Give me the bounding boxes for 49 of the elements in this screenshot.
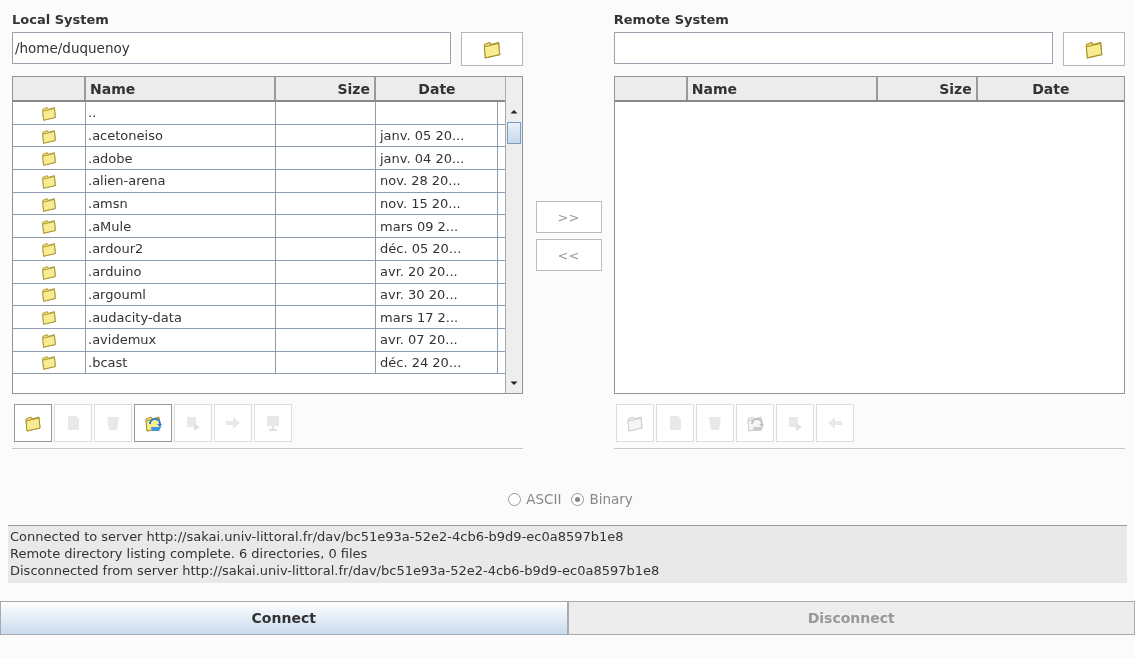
file-date: nov. 28 20... (376, 170, 498, 192)
file-date: nov. 15 20... (376, 192, 498, 215)
file-name[interactable]: .bcast (86, 351, 276, 374)
folder-sync-icon (744, 413, 765, 433)
radio-button[interactable] (571, 492, 585, 506)
file-date: mars 17 2... (376, 306, 498, 328)
file-name[interactable]: .ardour2 (86, 238, 276, 260)
file-name[interactable]: .argouml (86, 283, 276, 306)
toolbar-button[interactable] (14, 404, 52, 442)
radio-button[interactable] (508, 492, 522, 506)
browse-button[interactable] (461, 32, 524, 66)
action-button[interactable]: Connect (0, 602, 568, 635)
file-name[interactable]: .aMule (86, 215, 276, 238)
file-name[interactable]: .alien-arena (86, 170, 276, 192)
folder-icon (40, 285, 58, 304)
panel-title: Remote System (613, 11, 730, 29)
scrollbar[interactable] (505, 77, 523, 393)
path-field[interactable] (613, 32, 1053, 64)
file-date: déc. 24 20... (376, 351, 498, 374)
file-date: janv. 05 20... (376, 124, 498, 147)
file-date: avr. 30 20... (376, 283, 498, 306)
file-name[interactable]: .. (86, 102, 276, 124)
scroll-thumb[interactable] (507, 122, 522, 144)
folder-icon (624, 413, 645, 433)
file-date: avr. 20 20... (376, 260, 498, 283)
file-name[interactable]: .avidemux (86, 328, 276, 351)
file-name[interactable]: .amsn (86, 192, 276, 215)
folder-icon (40, 217, 58, 236)
log-line: Disconnected from server http://sakai.univ-littoral.fr/dav/bc51e93a-52e2-4cb6-b9d9-ec0a8597b1e8 (10, 562, 661, 579)
panel-title: Local System (12, 11, 110, 29)
file-date: mars 09 2... (376, 215, 498, 238)
file-date: janv. 04 20... (376, 147, 498, 170)
folder-icon (40, 149, 58, 168)
file-name[interactable]: .adobe (86, 147, 276, 170)
file-date: avr. 07 20... (376, 328, 498, 351)
log-line: Remote directory listing complete. 6 directories, 0 files (10, 545, 369, 562)
file-name[interactable]: .audacity-data (86, 306, 276, 328)
browse-button[interactable] (1063, 32, 1125, 66)
file-date: déc. 05 20... (376, 238, 498, 260)
path-field[interactable]: /home/duquenoy (12, 32, 452, 64)
log-line: Connected to server http://sakai.univ-littoral.fr/dav/bc51e93a-52e2-4cb6-b9d9-ec0a8597b1e8 (10, 528, 625, 545)
toolbar-button[interactable] (134, 404, 172, 442)
file-name[interactable]: .acetoneiso (86, 124, 276, 147)
folder-sync-icon (143, 413, 163, 433)
folder-icon (23, 413, 43, 433)
folder-icon (40, 308, 58, 327)
file-name[interactable]: .arduino (86, 260, 276, 283)
up-arrow-icon (509, 107, 520, 117)
folder-icon (40, 353, 58, 372)
